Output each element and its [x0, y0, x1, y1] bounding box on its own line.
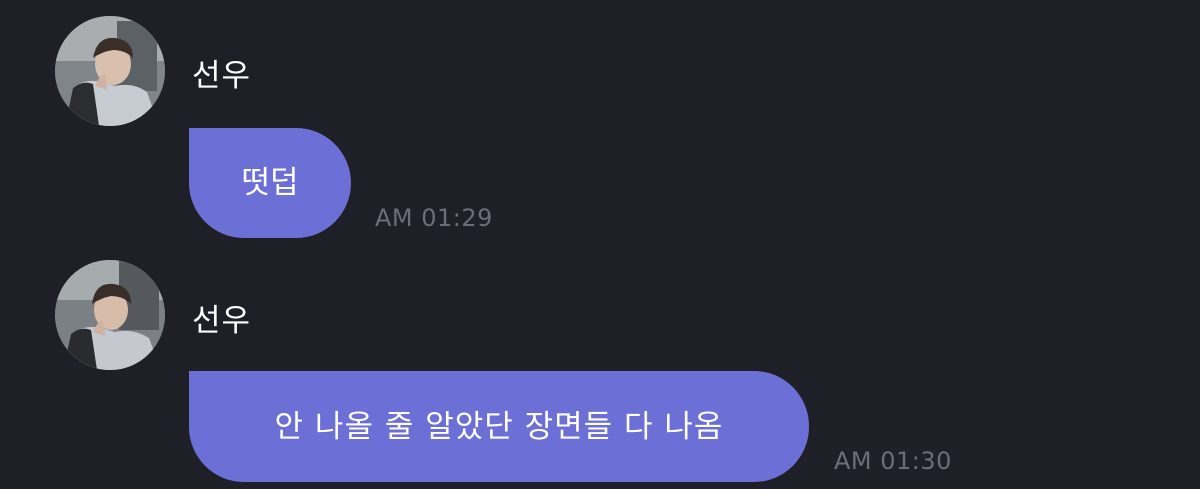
message-text: 떳덥	[241, 165, 299, 201]
profile-photo-icon	[55, 16, 165, 126]
sender-avatar[interactable]	[55, 260, 165, 370]
sender-name: 선우	[192, 303, 252, 339]
message-text: 안 나올 줄 알았단 장면들 다 나옴	[274, 408, 724, 445]
chat-thread: 선우 떳덥 AM 01:29 선우 안 나올 줄 알았단 장면들 다 나옴 AM…	[0, 0, 1200, 489]
sender-name: 선우	[192, 58, 252, 94]
sender-avatar[interactable]	[55, 16, 165, 126]
profile-photo-icon	[55, 260, 165, 370]
message-bubble[interactable]: 떳덥	[189, 128, 351, 238]
message-timestamp: AM 01:30	[834, 447, 952, 475]
message-timestamp: AM 01:29	[375, 204, 493, 232]
message-bubble[interactable]: 안 나올 줄 알았단 장면들 다 나옴	[189, 371, 809, 482]
